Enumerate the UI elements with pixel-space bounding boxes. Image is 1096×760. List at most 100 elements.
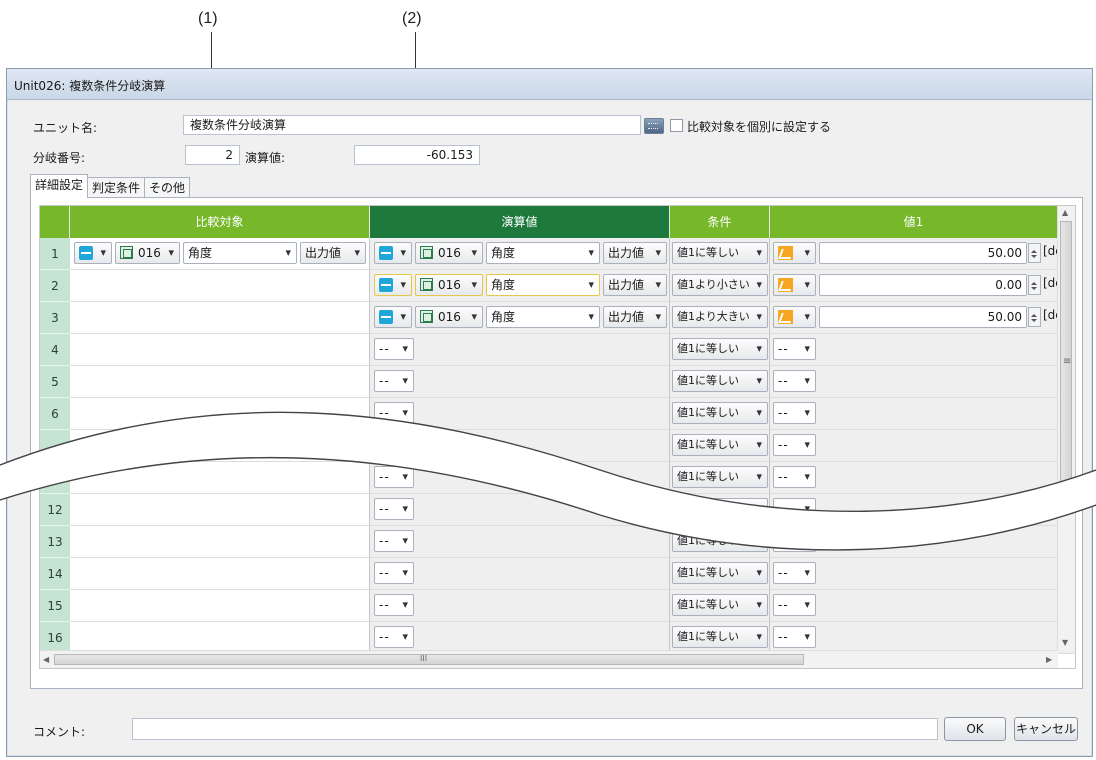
calc-type-dropdown[interactable]: 出力値 [603, 274, 667, 296]
calc-source-dropdown[interactable] [374, 306, 412, 328]
condition-dropdown[interactable]: 値1に等しい [672, 498, 768, 520]
condition-dropdown[interactable]: 値1に等しい [672, 466, 768, 488]
calc-value-cell: -- [370, 526, 670, 557]
calc-source-dropdown[interactable]: -- [374, 466, 414, 488]
branch-no-field[interactable]: 2 [185, 145, 240, 165]
condition-dropdown[interactable]: 値1に等しい [672, 370, 768, 392]
tab-other[interactable]: その他 [144, 177, 191, 198]
value1-cell: -- [770, 526, 1075, 557]
calc-source-dropdown[interactable] [374, 274, 412, 296]
calc-source-dropdown[interactable]: -- [374, 434, 414, 456]
scroll-right-arrow[interactable]: ▶ [1046, 655, 1052, 664]
value1-input[interactable]: 50.00 [819, 242, 1027, 264]
value-source-dropdown[interactable]: -- [773, 338, 816, 360]
horizontal-scroll-thumb[interactable] [54, 654, 804, 665]
calc-source-dropdown[interactable]: -- [374, 402, 414, 424]
tab-detail-settings[interactable]: 詳細設定 [30, 174, 89, 198]
tab-judgement-conditions[interactable]: 判定条件 [87, 177, 146, 198]
condition-dropdown[interactable]: 値1に等しい [672, 562, 768, 584]
calc-type-dropdown[interactable]: 出力値 [603, 242, 667, 264]
condition-cell: 値1に等しい [670, 238, 770, 269]
calc-source-dropdown[interactable]: -- [374, 530, 414, 552]
calc-source-dropdown[interactable]: -- [374, 498, 414, 520]
calc-type-dropdown[interactable]: 出力値 [603, 306, 667, 328]
condition-dropdown[interactable]: 値1より小さい [672, 274, 768, 296]
compare-source-dropdown[interactable] [74, 242, 112, 264]
value-source-dropdown[interactable] [773, 242, 816, 264]
calc-source-dropdown[interactable]: -- [374, 594, 414, 616]
value-source-dropdown[interactable]: -- [773, 626, 816, 648]
table-row: -- 値1に等しい -- [70, 494, 1075, 526]
cancel-button[interactable]: キャンセル [1014, 717, 1078, 741]
compare-target-cell: 016 角度 出力値 [70, 238, 370, 269]
calc-item-dropdown[interactable]: 角度 [486, 274, 600, 296]
calc-item-dropdown[interactable]: 角度 [486, 306, 600, 328]
row-number [40, 430, 70, 462]
horizontal-scrollbar[interactable]: ◀ III ▶ [40, 650, 1058, 668]
constant-value-icon [778, 310, 793, 324]
value1-input[interactable]: 50.00 [819, 306, 1027, 328]
vertical-scrollbar[interactable]: ▲ ≡ ▼ [1057, 206, 1075, 651]
unit-name-field[interactable]: 複数条件分岐演算 [183, 115, 641, 135]
calc-source-dropdown[interactable]: -- [374, 338, 414, 360]
scroll-up-arrow[interactable]: ▲ [1062, 208, 1068, 217]
value1-spinner[interactable] [1028, 307, 1041, 327]
value-source-dropdown[interactable]: -- [773, 562, 816, 584]
compare-item-dropdown[interactable]: 角度 [183, 242, 297, 264]
value1-input[interactable]: 0.00 [819, 274, 1027, 296]
value1-number: 50.00 [987, 246, 1022, 260]
calc-source-dropdown[interactable]: -- [374, 370, 414, 392]
condition-label: 値1に等しい [677, 470, 739, 483]
scroll-left-arrow[interactable]: ◀ [43, 655, 49, 664]
condition-label: 値1に等しい [677, 630, 739, 643]
condition-cell: 値1に等しい [670, 590, 770, 621]
individual-compare-checkbox[interactable] [670, 119, 683, 132]
calc-ref-dropdown[interactable]: 016 [415, 242, 483, 264]
compare-ref-dropdown[interactable]: 016 [115, 242, 180, 264]
value1-cell: 50.00[deg [770, 302, 1075, 333]
keyboard-icon[interactable] [644, 118, 664, 134]
value-source-dropdown[interactable] [773, 306, 816, 328]
empty-value: -- [778, 406, 789, 420]
condition-dropdown[interactable]: 値1に等しい [672, 594, 768, 616]
header-compare-target: 比較対象 [70, 206, 370, 238]
condition-dropdown[interactable]: 値1に等しい [672, 402, 768, 424]
calc-ref-dropdown[interactable]: 016 [415, 274, 483, 296]
value-source-dropdown[interactable]: -- [773, 530, 816, 552]
compare-target-cell [70, 590, 370, 621]
calc-item-dropdown[interactable]: 角度 [486, 242, 600, 264]
calc-value-cell: -- [370, 590, 670, 621]
calc-source-dropdown[interactable]: -- [374, 562, 414, 584]
calc-value-cell: -- [370, 558, 670, 589]
calc-source-dropdown[interactable] [374, 242, 412, 264]
row-number: 11 [40, 462, 70, 494]
compare-type-dropdown[interactable]: 出力値 [300, 242, 366, 264]
calc-ref-dropdown[interactable]: 016 [415, 306, 483, 328]
scroll-down-arrow[interactable]: ▼ [1062, 638, 1068, 647]
condition-dropdown[interactable]: 値1に等しい [672, 626, 768, 648]
condition-cell: 値1に等しい [670, 494, 770, 525]
compare-ref-number: 016 [138, 246, 161, 260]
condition-dropdown[interactable]: 値1に等しい [672, 338, 768, 360]
calc-value-label: 演算値: [245, 151, 286, 165]
condition-label: 値1に等しい [677, 598, 739, 611]
value-source-dropdown[interactable]: -- [773, 434, 816, 456]
value-source-dropdown[interactable]: -- [773, 498, 816, 520]
comment-field[interactable] [132, 718, 938, 740]
title-bar[interactable]: Unit026: 複数条件分岐演算 [7, 69, 1092, 100]
ok-button[interactable]: OK [944, 717, 1006, 741]
value-source-dropdown[interactable]: -- [773, 402, 816, 424]
condition-dropdown[interactable]: 値1に等しい [672, 434, 768, 456]
value1-spinner[interactable] [1028, 275, 1041, 295]
horizontal-scroll-grip: III [420, 654, 428, 663]
value1-spinner[interactable] [1028, 243, 1041, 263]
tab-panel: 比較対象 演算値 条件 値1 1016角度出力値016角度出力値値1に等しい50… [30, 197, 1083, 689]
value-source-dropdown[interactable]: -- [773, 594, 816, 616]
value-source-dropdown[interactable]: -- [773, 466, 816, 488]
calc-source-dropdown[interactable]: -- [374, 626, 414, 648]
value-source-dropdown[interactable]: -- [773, 370, 816, 392]
condition-dropdown[interactable]: 値1に等しい [672, 530, 768, 552]
value-source-dropdown[interactable] [773, 274, 816, 296]
condition-dropdown[interactable]: 値1に等しい [672, 242, 768, 264]
condition-dropdown[interactable]: 値1より大きい [672, 306, 768, 328]
